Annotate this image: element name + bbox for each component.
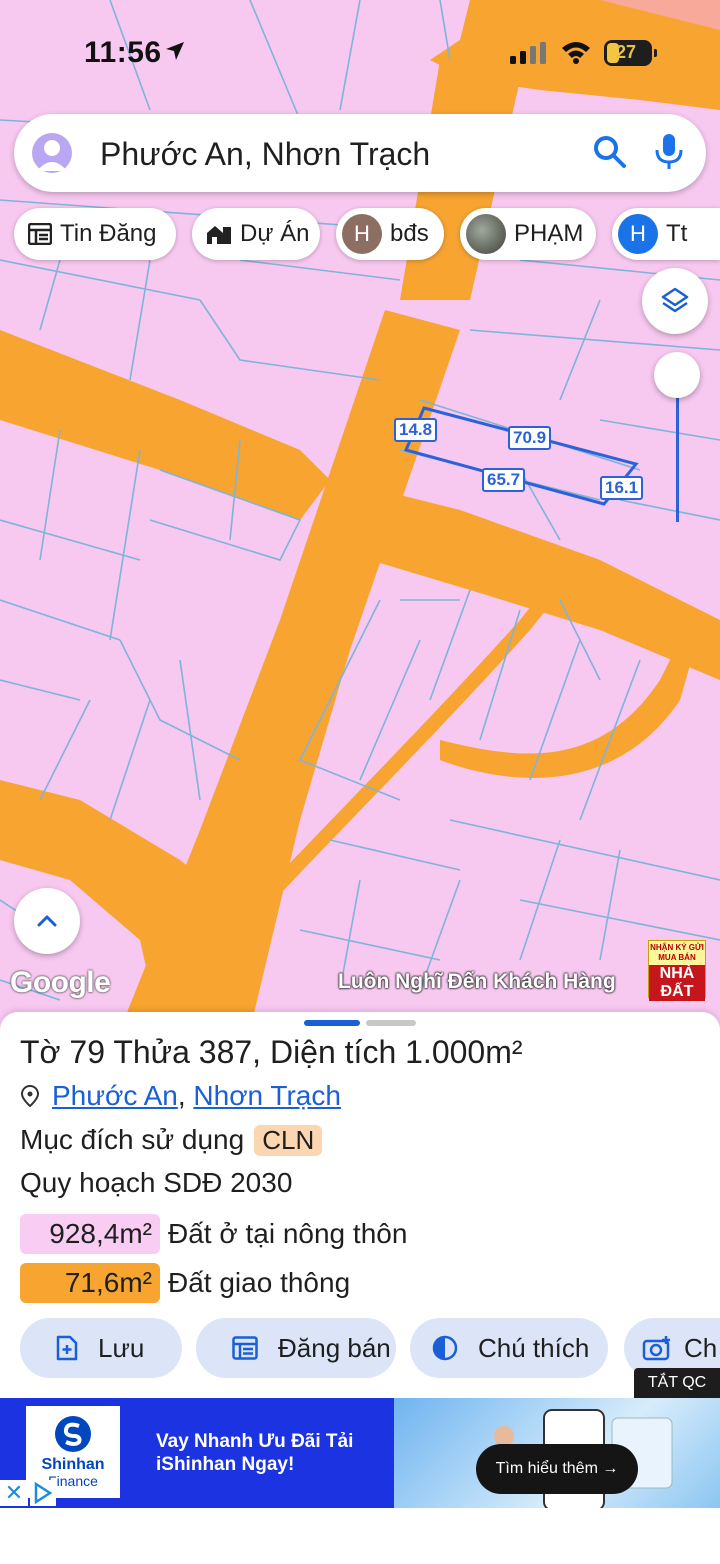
watermark-text: Luôn Nghĩ Đến Khách Hàng <box>338 970 616 993</box>
microphone-icon[interactable] <box>654 132 684 172</box>
action-label: Lưu <box>98 1332 145 1363</box>
action-label: Chú thích <box>478 1332 590 1363</box>
plan-label: Quy hoạch SDĐ 2030 <box>20 1167 293 1198</box>
location-pin-icon <box>20 1085 40 1107</box>
home-indicator-area <box>0 1508 720 1564</box>
post-sale-button[interactable]: Đăng bán <box>196 1318 396 1378</box>
battery-indicator: 27 <box>604 40 657 66</box>
chip-label: PHẠM <box>514 220 584 247</box>
chip-pham[interactable]: PHẠM <box>460 208 596 260</box>
chip-label: Tin Đăng <box>60 220 157 247</box>
area-row-road: 71,6m² Đất giao thông <box>20 1263 350 1303</box>
sheet-number: 79 <box>69 1034 106 1070</box>
post-sale-icon <box>232 1336 258 1360</box>
chevron-up-icon <box>37 915 57 927</box>
save-icon <box>56 1335 78 1361</box>
clock: 11:56 <box>84 36 162 69</box>
photo-avatar <box>466 214 506 254</box>
location-arrow-icon <box>166 42 184 60</box>
listing-icon <box>28 223 52 245</box>
area-value: 928,4m² <box>20 1214 160 1254</box>
chip-label: bđs <box>390 220 429 247</box>
dimension-label: 14.8 <box>394 418 438 442</box>
chip-badge: H <box>618 214 658 254</box>
status-bar: 11:56 27 <box>0 0 720 100</box>
chip-tt[interactable]: H Tt <box>612 208 720 260</box>
action-label: Đăng bán <box>278 1332 391 1363</box>
location-row: Phước An, Nhơn Trạch <box>20 1080 341 1112</box>
adchoices-icon[interactable] <box>30 1480 56 1506</box>
opacity-slider-track[interactable] <box>676 380 679 522</box>
dimension-label: 65.7 <box>482 468 526 492</box>
area-label: Đất ở tại nông thôn <box>168 1218 408 1249</box>
area-row-residential: 928,4m² Đất ở tại nông thôn <box>20 1214 407 1254</box>
wifi-icon <box>562 42 590 64</box>
cellular-signal-icon <box>510 42 546 64</box>
ad-cta-button[interactable]: Tìm hiểu thêm → <box>476 1444 638 1494</box>
ward-link[interactable]: Phước An <box>52 1080 178 1112</box>
watermark-badge: NHẬN KÝ GỬI MUA BÁN NHÀ ĐẤT <box>648 940 706 1001</box>
search-query[interactable]: Phước An, Nhơn Trạch <box>100 136 430 173</box>
shinhan-emblem-icon <box>55 1416 91 1452</box>
layers-icon <box>661 287 689 313</box>
chip-label: Tt <box>666 220 688 247</box>
google-logo: Google <box>10 966 111 999</box>
battery-level: 27 <box>615 42 637 62</box>
district-link[interactable]: Nhơn Trạch <box>193 1080 341 1112</box>
save-button[interactable]: Lưu <box>20 1318 182 1378</box>
camera-icon <box>642 1336 670 1361</box>
parcel-title: Tờ 79 Thửa 387, Diện tích 1.000m² <box>20 1034 523 1070</box>
ad-banner[interactable]: Shinhan Finance Vay Nhanh Ưu Đãi Tải iSh… <box>0 1398 720 1508</box>
chip-bds[interactable]: H bđs <box>336 208 444 260</box>
search-bar[interactable]: Phước An, Nhơn Trạch <box>14 114 706 192</box>
dimension-label: 70.9 <box>508 426 552 450</box>
sheet-handle-active[interactable] <box>304 1020 360 1026</box>
layers-button[interactable] <box>642 268 708 334</box>
parcel-area: 1.000m² <box>405 1034 523 1070</box>
sheet-handle-inactive[interactable] <box>366 1020 416 1026</box>
ad-dismiss-icon[interactable]: ✕ <box>0 1480 28 1506</box>
legend-icon <box>432 1335 458 1361</box>
parcel-number: 387 <box>198 1034 253 1070</box>
usage-purpose-row: Mục đích sử dụng CLN <box>20 1124 323 1156</box>
action-label: Ch <box>684 1332 718 1363</box>
user-icon <box>37 140 67 171</box>
chip-badge: H <box>342 214 382 254</box>
chip-tin-dang[interactable]: Tin Đăng <box>14 208 176 260</box>
map-view[interactable]: 14.8 70.9 65.7 16.1 11:56 27 Phước An, N… <box>0 0 720 1030</box>
account-avatar[interactable] <box>32 133 72 173</box>
ad-brand: Shinhan <box>41 1456 105 1473</box>
watermark-badge-main: NHÀ ĐẤT <box>649 965 705 1001</box>
opacity-slider-handle[interactable] <box>654 352 700 398</box>
legend-button[interactable]: Chú thích <box>410 1318 608 1378</box>
project-icon <box>207 226 231 244</box>
search-icon[interactable] <box>592 134 628 170</box>
chip-du-an[interactable]: Dự Án <box>192 208 320 260</box>
area-value: 71,6m² <box>20 1263 160 1303</box>
ad-cta-label: Tìm hiểu thêm <box>495 1460 598 1477</box>
ad-close-button[interactable]: TẮT QC <box>634 1368 720 1398</box>
dimension-label: 16.1 <box>600 476 644 500</box>
area-label: Đất giao thông <box>168 1267 351 1298</box>
chip-label: Dự Án <box>240 220 310 247</box>
parcel-info-sheet[interactable]: Tờ 79 Thửa 387, Diện tích 1.000m² Phước … <box>0 1012 720 1398</box>
expand-button[interactable] <box>14 888 80 954</box>
watermark-badge-top: NHẬN KÝ GỬI MUA BÁN <box>650 943 704 962</box>
purpose-code-badge: CLN <box>254 1125 323 1156</box>
ad-headline: Vay Nhanh Ưu Đãi Tải iShinhan Ngay! <box>156 1431 354 1475</box>
